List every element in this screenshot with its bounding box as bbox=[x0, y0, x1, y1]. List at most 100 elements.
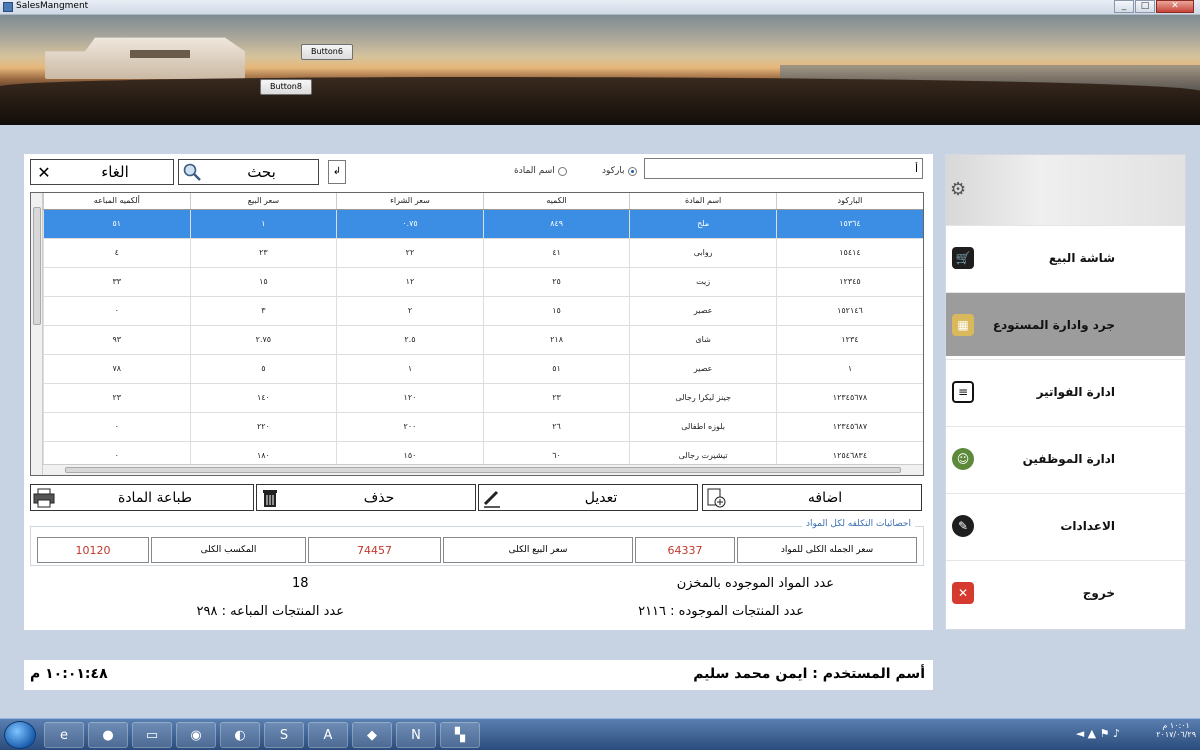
cell-buy-price: ٢٢ bbox=[336, 238, 484, 268]
maximize-button[interactable]: □ bbox=[1135, 0, 1155, 13]
cell-buy-price: ١٢ bbox=[336, 267, 484, 297]
app-icon bbox=[3, 2, 13, 12]
search-button[interactable]: بحث bbox=[178, 159, 319, 185]
cell-barcode: ١٢٣٤٥٦٧٨ bbox=[775, 383, 923, 413]
cell-quantity: ١٥ bbox=[482, 296, 630, 326]
search-icon bbox=[179, 160, 205, 184]
window-titlebar: SalesMangment _ □ ✕ bbox=[0, 0, 1200, 15]
nav-item-sales-screen[interactable]: 🛒 شاشة البيع bbox=[946, 225, 1185, 289]
cell-quantity: ٤١ bbox=[482, 238, 630, 268]
col-quantity[interactable]: الكميه bbox=[482, 193, 630, 210]
grid-vertical-scrollbar[interactable] bbox=[31, 193, 43, 475]
skype-icon[interactable]: S bbox=[264, 722, 304, 748]
nav-item-label: ادارة الموظفين bbox=[1022, 451, 1115, 466]
cancel-button[interactable]: ✕ الغاء bbox=[30, 159, 174, 185]
onenote-icon[interactable]: N bbox=[396, 722, 436, 748]
nav-item-label: جرد وادارة المستودع bbox=[992, 317, 1115, 332]
pencil-icon bbox=[479, 486, 505, 510]
table-row[interactable]: ١٢٣٤٥ زيت ٢٥ ١٢ ١٥ ٣٣ bbox=[43, 267, 923, 297]
col-barcode[interactable]: الباركود bbox=[775, 193, 923, 210]
trash-icon bbox=[257, 486, 283, 510]
total-cost-label: سعر الجمله الكلى للمواد bbox=[737, 537, 917, 563]
cell-sell-price: ٣ bbox=[189, 296, 337, 326]
stats-legend: احصائيات التكلفه لكل المواد bbox=[801, 519, 915, 529]
col-buy-price[interactable]: سعر الشراء bbox=[336, 193, 484, 210]
table-row[interactable]: ١ عصير ٥١ ١ ٥ ٧٨ bbox=[43, 354, 923, 384]
cell-quantity: ٨٤٩ bbox=[482, 209, 630, 239]
browser-icon[interactable]: ◐ bbox=[220, 722, 260, 748]
total-profit-value: 10120 bbox=[37, 537, 149, 563]
table-row[interactable]: ١٢٣٤ شاى ٢١٨ ٢.٥ ٢.٧٥ ٩٣ bbox=[43, 325, 923, 355]
header-rocks bbox=[0, 77, 1200, 125]
tray-clock[interactable]: ١٠:٠١ م ٢٠١٧/٠٦/٢٩ bbox=[1156, 721, 1196, 749]
nav-item-exit[interactable]: ✕ خروج bbox=[946, 560, 1185, 624]
exit-icon: ✕ bbox=[952, 581, 974, 604]
tray-time: ١٠:٠١ م bbox=[1162, 721, 1190, 730]
cell-quantity: ٥١ bbox=[482, 354, 630, 384]
minimize-button[interactable]: _ bbox=[1114, 0, 1134, 13]
table-row[interactable]: ١٥٤١٤ روابى ٤١ ٢٢ ٢٣ ٤ bbox=[43, 238, 923, 268]
search-input[interactable] bbox=[644, 158, 923, 179]
cost-stats-group: احصائيات التكلفه لكل المواد سعر الجمله ا… bbox=[30, 519, 924, 566]
table-row[interactable]: ١٥٣٦٤ ملح ٨٤٩ ٠.٧٥ ١ ٥١ bbox=[43, 209, 923, 239]
radio-name[interactable]: اسم المادة bbox=[514, 166, 567, 176]
total-sell-value: 74457 bbox=[308, 537, 441, 563]
chrome-icon[interactable]: ◉ bbox=[176, 722, 216, 748]
gear-icon[interactable]: ⚙ bbox=[950, 179, 966, 200]
grid-hscroll-thumb[interactable] bbox=[65, 467, 901, 473]
cell-sell-price: ٢.٧٥ bbox=[189, 325, 337, 355]
cell-name: عصير bbox=[629, 354, 777, 384]
cell-sold-qty: ٢٣ bbox=[43, 383, 191, 413]
firefox-icon[interactable]: ● bbox=[88, 722, 128, 748]
add-document-icon bbox=[703, 486, 729, 510]
radio-name-dot bbox=[557, 166, 567, 176]
cell-name: زيت bbox=[629, 267, 777, 297]
access-icon[interactable]: A bbox=[308, 722, 348, 748]
clear-search-button[interactable]: ↲ bbox=[328, 160, 346, 184]
invoice-icon: ≡ bbox=[952, 380, 974, 403]
add-button[interactable]: اضافه bbox=[702, 484, 922, 511]
cell-sell-price: ١ bbox=[189, 209, 337, 239]
cell-name: روابى bbox=[629, 238, 777, 268]
nav-item-inventory[interactable]: ▦ جرد وادارة المستودع bbox=[946, 292, 1185, 356]
cell-sell-price: ١٥ bbox=[189, 267, 337, 297]
nav-item-employees[interactable]: ☺ ادارة الموظفين bbox=[946, 426, 1185, 490]
edit-button[interactable]: تعديل bbox=[478, 484, 698, 511]
side-navigation: ⚙ 🛒 شاشة البيع ▦ جرد وادارة المستودع ≡ ا… bbox=[945, 154, 1186, 630]
table-row[interactable]: ١٢٣٤٥٦٧٨ جينز ليكرا رجالى ٢٣ ١٢٠ ١٤٠ ٢٣ bbox=[43, 383, 923, 413]
print-material-button[interactable]: طباعة المادة bbox=[30, 484, 254, 511]
close-button[interactable]: ✕ bbox=[1156, 0, 1194, 13]
add-label: اضافه bbox=[807, 489, 843, 506]
cell-barcode: ١٢٣٤٥ bbox=[775, 267, 923, 297]
table-row[interactable]: ١٢٣٤٥٦٨٧ بلوزه اطفالى ٢٦ ٢٠٠ ٢٢٠ ٠ bbox=[43, 412, 923, 442]
start-button[interactable] bbox=[4, 721, 36, 749]
delete-button[interactable]: حذف bbox=[256, 484, 476, 511]
table-row[interactable]: ١٥٢١٤٦ عصير ١٥ ٢ ٣ ٠ bbox=[43, 296, 923, 326]
col-sold-qty[interactable]: ألكميه المباعه bbox=[43, 193, 191, 210]
search-label: بحث bbox=[247, 163, 276, 181]
nav-item-label: ادارة الفواتير bbox=[1036, 384, 1115, 399]
cell-name: شاى bbox=[629, 325, 777, 355]
cell-quantity: ٢٦ bbox=[482, 412, 630, 442]
button8[interactable]: Button8 bbox=[260, 79, 312, 95]
windows-taskbar: e ● ▭ ◉ ◐ S A ◆ N ▚ ◄ ▲ ⚑ ♪ ١٠:٠١ م ٢٠١٧… bbox=[0, 718, 1200, 750]
total-profit-label: المكسب الكلى bbox=[151, 537, 306, 563]
nav-item-settings[interactable]: ✎ الاعدادات bbox=[946, 493, 1185, 557]
cell-barcode: ١٥٤١٤ bbox=[775, 238, 923, 268]
radio-barcode[interactable]: باركود bbox=[602, 166, 637, 176]
visual-studio-icon[interactable]: ◆ bbox=[352, 722, 392, 748]
folder-icon[interactable]: ▭ bbox=[132, 722, 172, 748]
cell-sold-qty: ٣٣ bbox=[43, 267, 191, 297]
ie-icon[interactable]: e bbox=[44, 722, 84, 748]
tray-icons[interactable]: ◄ ▲ ⚑ ♪ bbox=[1076, 727, 1120, 740]
inventory-icon: ▦ bbox=[952, 313, 974, 336]
materials-grid[interactable]: الباركود اسم المادة الكميه سعر الشراء سع… bbox=[30, 192, 924, 476]
grid-horizontal-scrollbar[interactable] bbox=[43, 464, 923, 475]
button6[interactable]: Button6 bbox=[301, 44, 353, 60]
cell-name: جينز ليكرا رجالى bbox=[629, 383, 777, 413]
nav-item-invoices[interactable]: ≡ ادارة الفواتير bbox=[946, 359, 1185, 423]
col-sell-price[interactable]: سعر البيع bbox=[189, 193, 337, 210]
grid-vscroll-thumb[interactable] bbox=[33, 207, 41, 325]
col-name[interactable]: اسم المادة bbox=[629, 193, 777, 210]
app-window-icon[interactable]: ▚ bbox=[440, 722, 480, 748]
